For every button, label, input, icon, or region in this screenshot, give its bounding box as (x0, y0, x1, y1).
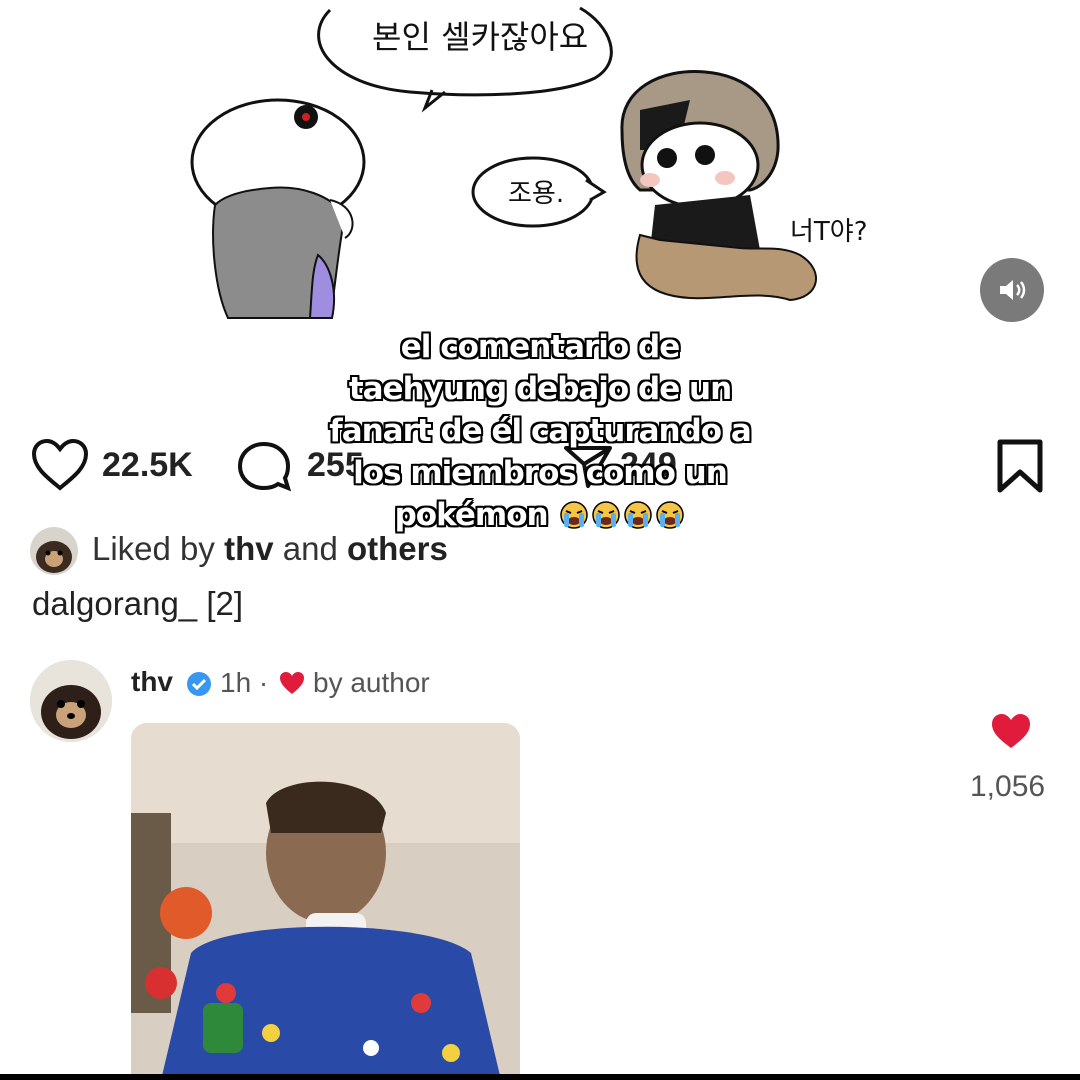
dog-avatar-icon (30, 660, 112, 742)
comment-like-count: 1,056 (970, 770, 1046, 803)
author-liked-heart-icon (280, 672, 304, 694)
side-text: 너T야? (790, 217, 868, 247)
caption-emoji (557, 497, 685, 533)
caption-line: fanart de él capturando a (329, 413, 752, 449)
crying-face-icon (560, 501, 589, 529)
caption-line: taehyung debajo de un (348, 371, 732, 407)
caption-line: el comentario de (400, 329, 680, 365)
caption-line-last: pokémon (290, 494, 790, 536)
crying-face-icon (592, 501, 621, 529)
bookmark-icon[interactable] (995, 438, 1045, 494)
liked-by-user[interactable]: thv (224, 530, 274, 567)
liked-by-author-label: by author (313, 667, 430, 698)
caption-line: los miembros como un (353, 455, 728, 491)
dog-avatar-icon (30, 527, 78, 575)
sound-toggle-button[interactable] (980, 258, 1044, 322)
comment-photo[interactable] (131, 723, 520, 1080)
video-caption: el comentario de taehyung debajo de un f… (290, 326, 790, 536)
comment-icon[interactable] (236, 440, 296, 494)
fanart-drawing: 본인 셀카잖아요 조용. 너T야? (190, 6, 868, 319)
crying-face-icon (624, 501, 653, 529)
comment-like-heart-icon[interactable] (990, 712, 1032, 750)
post-author-caption[interactable]: dalgorang_ [2] (32, 585, 243, 623)
bubble-mid-text: 조용. (508, 179, 564, 209)
speaker-icon (1000, 280, 1026, 300)
caption-line: pokémon (394, 497, 549, 533)
comment-avatar[interactable] (30, 660, 112, 742)
like-heart-icon[interactable] (30, 438, 90, 492)
verified-badge-icon (187, 672, 211, 696)
like-count: 22.5K (102, 446, 193, 484)
comment-username[interactable]: thv (131, 666, 173, 698)
bubble-top-text: 본인 셀카잖아요 (372, 18, 588, 56)
liked-by-avatar[interactable] (30, 527, 78, 575)
bottom-bar (0, 1074, 1080, 1080)
crying-face-icon (656, 501, 685, 529)
liked-by-prefix: Liked by (92, 530, 225, 567)
comment-time: 1h · (220, 667, 269, 698)
